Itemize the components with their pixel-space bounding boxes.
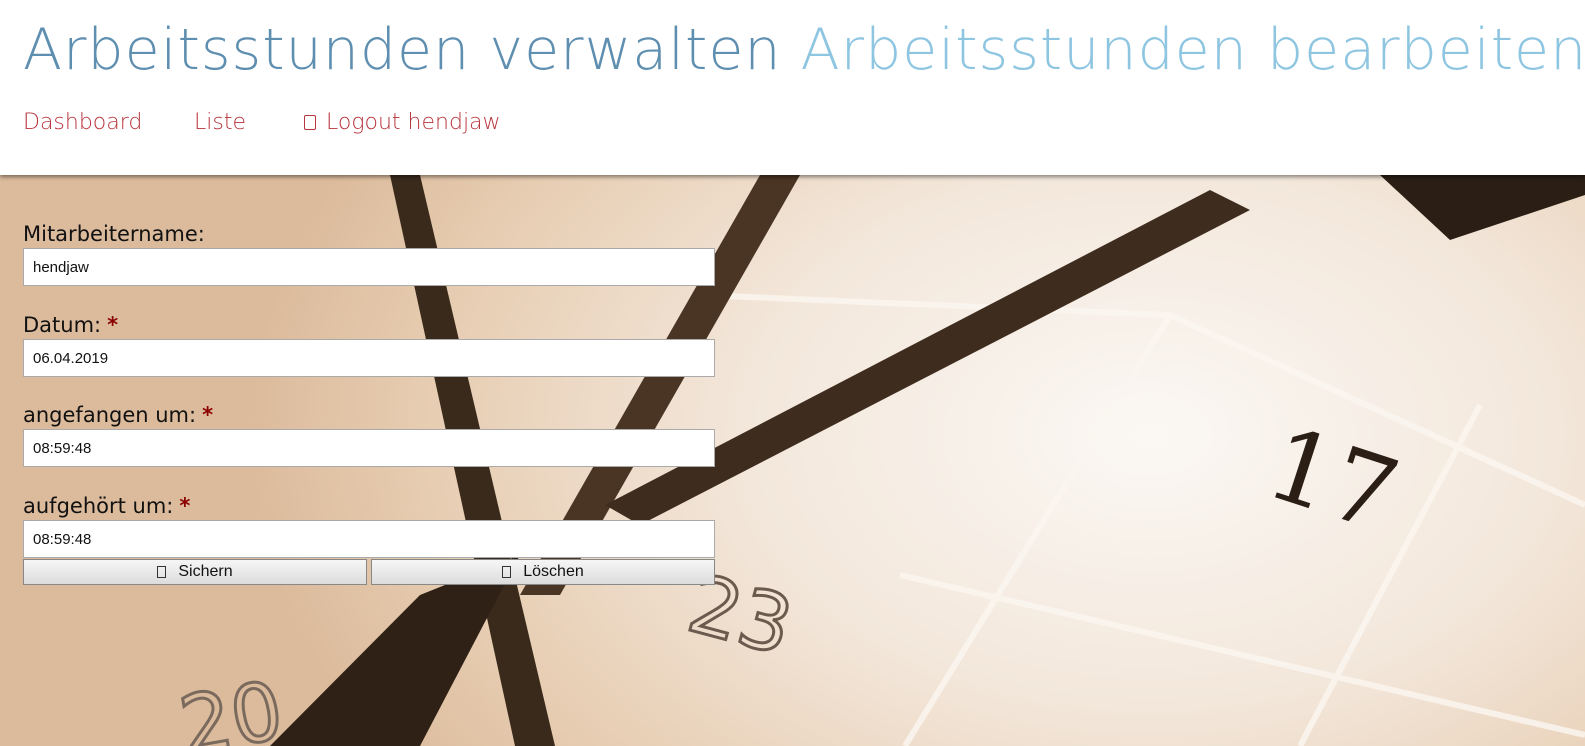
employee-field-group: Mitarbeitername:	[23, 220, 715, 286]
nav-link-logout[interactable]: Logout hendjaw	[304, 110, 501, 135]
page-title: Arbeitsstunden verwalten Arbeitsstunden …	[23, 14, 1585, 86]
date-input[interactable]	[23, 339, 715, 377]
end-time-input[interactable]	[23, 520, 715, 558]
employee-label: Mitarbeitername:	[23, 220, 715, 248]
save-button[interactable]: Sichern	[23, 559, 367, 585]
employee-name-input[interactable]	[23, 248, 715, 286]
nav-link-liste[interactable]: Liste	[194, 110, 246, 135]
end-time-label: aufgehört um: *	[23, 492, 715, 520]
date-field-group: Datum: *	[23, 311, 715, 377]
start-time-label: angefangen um: *	[23, 401, 715, 429]
lock-icon	[304, 115, 316, 130]
end-time-field-group: aufgehört um: *	[23, 492, 715, 558]
bg-number-17: 17	[1254, 404, 1411, 555]
nav-logout-label: Logout hendjaw	[326, 110, 501, 135]
required-marker: *	[107, 313, 119, 337]
employee-label-text: Mitarbeitername:	[23, 222, 205, 246]
delete-button[interactable]: Löschen	[371, 559, 715, 585]
end-time-label-text: aufgehört um:	[23, 494, 174, 518]
title-sub: Arbeitsstunden bearbeiten	[800, 17, 1585, 83]
date-label-text: Datum:	[23, 313, 102, 337]
delete-icon	[502, 566, 512, 578]
delete-button-label: Löschen	[523, 563, 584, 580]
save-icon	[157, 566, 167, 578]
date-label: Datum: *	[23, 311, 715, 339]
bg-number-20: 20	[173, 664, 289, 746]
required-marker: *	[179, 494, 191, 518]
nav-link-dashboard[interactable]: Dashboard	[23, 110, 142, 135]
required-marker: *	[202, 403, 214, 427]
save-button-label: Sichern	[178, 563, 233, 580]
start-time-label-text: angefangen um:	[23, 403, 197, 427]
start-time-field-group: angefangen um: *	[23, 401, 715, 467]
title-main: Arbeitsstunden verwalten	[23, 17, 782, 83]
start-time-input[interactable]	[23, 429, 715, 467]
page-header: Arbeitsstunden verwalten Arbeitsstunden …	[0, 0, 1585, 175]
